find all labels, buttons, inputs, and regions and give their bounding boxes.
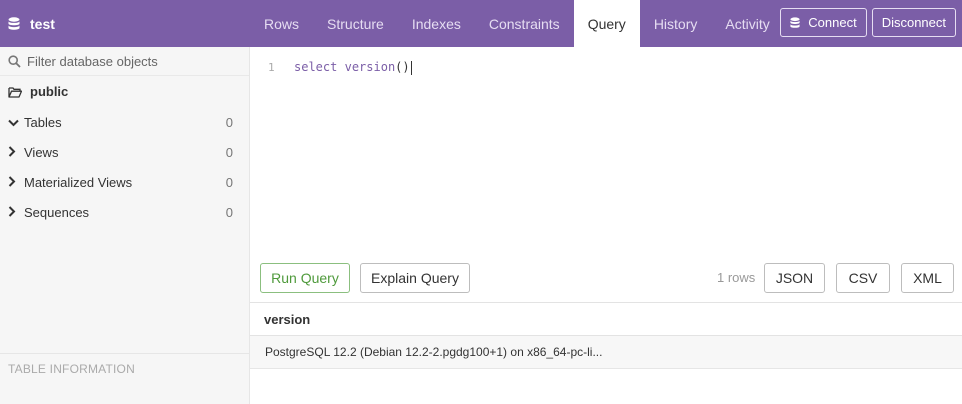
database-icon (8, 16, 20, 30)
connection-actions: Connect Disconnect (780, 8, 956, 37)
database-icon (790, 16, 800, 28)
tab-label: Rows (264, 15, 300, 32)
sidebar-item-count: 0 (225, 144, 233, 160)
chevron-right-icon (8, 145, 20, 160)
tab-label: Activity (725, 15, 770, 32)
sidebar-item-count: 0 (225, 174, 233, 190)
sidebar-item-sequences[interactable]: Sequences 0 (0, 197, 249, 227)
sidebar-item-tables[interactable]: Tables 0 (0, 107, 249, 137)
tab-label: Constraints (488, 15, 560, 32)
export-json-button[interactable]: JSON (764, 263, 825, 293)
table-information-header: TABLE INFORMATION (0, 353, 249, 404)
tab-label: Indexes (411, 15, 461, 32)
filter-bar (0, 47, 249, 76)
tab-rows[interactable]: Rows (250, 0, 313, 47)
disconnect-button[interactable]: Disconnect (871, 8, 956, 37)
chevron-right-icon (8, 175, 20, 190)
sql-keyword: select (294, 60, 338, 74)
sql-code[interactable]: select version() (294, 60, 412, 75)
sql-function: version (344, 60, 396, 74)
run-query-button[interactable]: Run Query (260, 263, 350, 293)
sidebar-item-label: Materialized Views (24, 174, 133, 190)
sidebar-item-count: 0 (225, 114, 233, 130)
sidebar-item-label: Sequences (24, 204, 90, 220)
chevron-right-icon (8, 205, 20, 220)
query-toolbar: Run Query Explain Query 1 rows JSON CSV … (250, 255, 962, 302)
sidebar-item-views[interactable]: Views 0 (0, 137, 249, 167)
sidebar-item-label: Tables (24, 114, 62, 130)
database-name: test (30, 15, 55, 32)
tab-indexes[interactable]: Indexes (398, 0, 475, 47)
table-row[interactable]: PostgreSQL 12.2 (Debian 12.2-2.pgdg100+1… (250, 336, 962, 369)
query-panel: 1 select version() Run Query Explain Que… (250, 47, 962, 404)
explain-query-button[interactable]: Explain Query (360, 263, 470, 293)
tab-structure[interactable]: Structure (313, 0, 398, 47)
search-icon (8, 54, 21, 68)
table-cell[interactable]: PostgreSQL 12.2 (Debian 12.2-2.pgdg100+1… (265, 345, 602, 359)
folder-open-icon (8, 86, 22, 98)
tab-constraints[interactable]: Constraints (475, 0, 574, 47)
tab-label: Structure (327, 15, 384, 32)
tab-activity[interactable]: Activity (711, 0, 783, 47)
export-xml-button[interactable]: XML (901, 263, 954, 293)
sidebar: public Tables 0 Views 0 Materialized Vie… (0, 47, 250, 404)
filter-input[interactable] (27, 53, 237, 69)
tab-label: Query (587, 15, 626, 32)
rows-count: 1 rows (717, 270, 756, 285)
tab-query[interactable]: Query (573, 0, 640, 47)
database-title: test (0, 0, 250, 47)
top-bar: test Rows Structure Indexes Constraints … (0, 0, 962, 47)
results-table: version PostgreSQL 12.2 (Debian 12.2-2.p… (250, 302, 962, 404)
line-number: 1 (268, 61, 275, 74)
main-tabs: Rows Structure Indexes Constraints Query… (250, 0, 784, 47)
disconnect-label: Disconnect (881, 15, 946, 30)
column-header[interactable]: version (250, 303, 962, 336)
tab-label: History (653, 15, 698, 32)
sql-parens: () (395, 60, 410, 74)
text-cursor (410, 60, 412, 75)
connect-button[interactable]: Connect (780, 8, 867, 37)
chevron-down-icon (8, 115, 20, 130)
sidebar-item-materialized-views[interactable]: Materialized Views 0 (0, 167, 249, 197)
export-csv-button[interactable]: CSV (836, 263, 890, 293)
sidebar-item-label: Views (24, 144, 59, 160)
connect-label: Connect (808, 15, 857, 30)
sql-editor[interactable]: 1 select version() (250, 47, 962, 255)
tab-history[interactable]: History (640, 0, 712, 47)
schema-item[interactable]: public (0, 76, 249, 107)
schema-name: public (30, 84, 69, 99)
sidebar-item-count: 0 (225, 204, 233, 220)
